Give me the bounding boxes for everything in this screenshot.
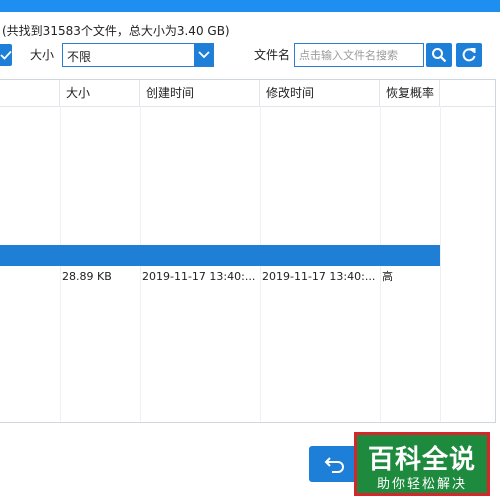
refresh-button[interactable] <box>456 43 482 67</box>
cell-probability: 高 <box>382 270 393 283</box>
refresh-icon <box>462 48 476 62</box>
selected-table-row[interactable] <box>0 245 440 266</box>
watermark-logo: 百科全说 助你轻松解决 <box>354 432 490 496</box>
result-summary: (共找到31583个文件，总大小为3.40 GB) <box>2 24 230 38</box>
size-dropdown-button[interactable] <box>194 44 213 66</box>
watermark-slogan: 助你轻松解决 <box>376 477 467 492</box>
filename-search-input[interactable] <box>294 43 424 67</box>
search-button[interactable] <box>426 43 452 67</box>
column-header-size[interactable]: 大小 <box>60 80 140 106</box>
search-icon <box>432 48 447 63</box>
chevron-down-icon <box>198 51 210 59</box>
cell-size: 28.89 KB <box>62 270 112 283</box>
filter-checkbox[interactable] <box>0 44 12 66</box>
file-table: 大小 创建时间 修改时间 恢复概率 28.89 KB 2019-11-17 13… <box>0 79 496 423</box>
column-header-modified[interactable]: 修改时间 <box>260 80 380 106</box>
check-icon <box>0 50 12 60</box>
size-select-value: 不限 <box>67 50 92 64</box>
column-header-blank[interactable] <box>0 80 60 106</box>
column-divider <box>440 106 441 422</box>
cell-created: 2019-11-17 13:40:... <box>142 270 256 283</box>
cell-modified: 2019-11-17 13:40:... <box>262 270 376 283</box>
table-header: 大小 创建时间 修改时间 恢复概率 <box>0 80 495 107</box>
filename-label: 文件名 <box>254 48 291 62</box>
title-bar <box>0 0 500 12</box>
column-header-probability[interactable]: 恢复概率 <box>380 80 440 106</box>
filter-row: 大小 不限 文件名 <box>0 42 500 72</box>
size-label: 大小 <box>30 48 55 62</box>
watermark-title: 百科全说 <box>367 445 476 475</box>
table-row[interactable]: 28.89 KB 2019-11-17 13:40:... 2019-11-17… <box>0 266 440 288</box>
undo-arrow-icon <box>324 457 344 473</box>
size-select[interactable]: 不限 <box>62 43 214 67</box>
column-header-created[interactable]: 创建时间 <box>140 80 260 106</box>
